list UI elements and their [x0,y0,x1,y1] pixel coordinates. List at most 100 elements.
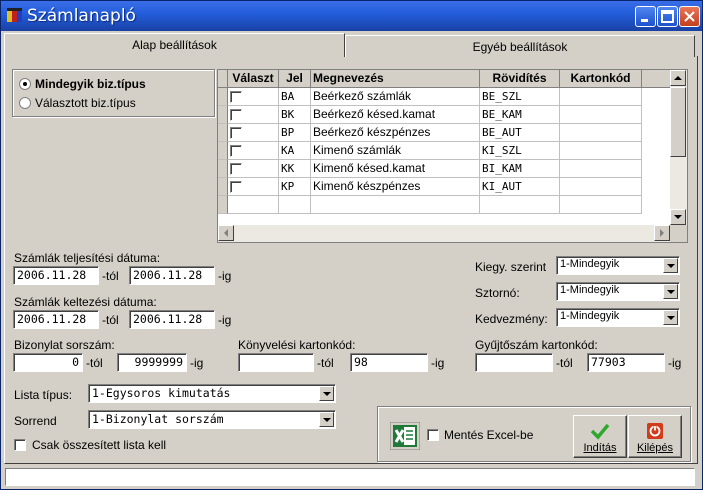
row-select-cell[interactable] [228,178,279,196]
scroll-thumb[interactable] [670,87,686,157]
row-jel: BP [279,124,311,142]
row-megnevezes [311,196,480,214]
arrow-right-icon [660,229,664,237]
minimize-icon [641,19,648,22]
teljesitesi-to-suffix: -ig [218,269,232,283]
gyujto-to-input[interactable]: 77903 [587,353,665,372]
row-kartonkod[interactable] [560,106,642,124]
row-rovidites: BE_KAM [480,106,560,124]
only-summary-checkbox[interactable] [14,439,26,451]
row-select-cell[interactable] [228,196,279,214]
row-select-checkbox[interactable] [230,145,242,157]
exit-button[interactable]: Kilépés [628,415,682,458]
lista-tipus-dropdown-button[interactable] [319,386,334,401]
window-title: Számlanapló [27,6,136,26]
row-jel: BA [279,88,311,106]
konyvelesi-to-input[interactable]: 98 [350,353,428,372]
konyvelesi-from-input[interactable] [238,353,314,372]
row-kartonkod[interactable] [560,124,642,142]
gyujto-label: Gyűjtőszám kartonkód: [475,338,598,352]
row-select-checkbox[interactable] [230,163,242,175]
radio-valasztott[interactable]: Választott biz.típus [19,96,136,110]
row-megnevezes: Beérkező készpénzes [311,124,480,142]
bizonylat-to-input[interactable]: 9999999 [117,353,187,372]
scroll-down-button[interactable] [670,209,686,225]
row-megnevezes: Beérkező késed.kamat [311,106,480,124]
sztorno-select[interactable]: 1-Mindegyik [556,282,680,301]
kedvezmeny-label: Kedvezmény: [475,312,548,326]
exit-icon [647,423,663,439]
sorrend-select[interactable]: 1-Bizonylat sorszám [88,410,336,429]
scroll-corner [670,225,687,242]
exit-label: Kilépés [636,442,674,454]
bizonylat-from-input[interactable]: 0 [13,353,83,372]
kieg-select[interactable]: 1-Mindegyik [556,256,680,275]
start-button[interactable]: Indítás [573,415,627,458]
kieg-label: Kiegy. szerint [475,260,547,274]
tab-egyeb-beallitasok[interactable]: Egyéb beállítások [345,35,695,57]
radio-valasztott-dot[interactable] [19,97,31,109]
row-megnevezes: Beérkező számlák [311,88,480,106]
teljesitesi-to-input[interactable]: 2006.11.28 [129,266,215,285]
row-kartonkod[interactable] [560,142,642,160]
grid-vertical-scrollbar[interactable] [670,70,687,226]
row-indicator [218,142,228,160]
radio-valasztott-label: Választott biz.típus [35,96,136,110]
row-select-cell[interactable] [228,142,279,160]
excel-icon[interactable] [389,421,421,451]
excel-checkbox[interactable] [427,429,439,441]
col-header-megnevezes[interactable]: Megnevezés [311,70,480,88]
col-header-rovidites[interactable]: Rövidítés [480,70,560,88]
keltezesi-from-input[interactable]: 2006.11.28 [13,310,99,329]
row-rovidites: BE_AUT [480,124,560,142]
row-kartonkod[interactable] [560,160,642,178]
col-header-jel[interactable]: Jel [279,70,311,88]
row-select-checkbox[interactable] [230,181,242,193]
tab-alap-beallitasok[interactable]: Alap beállítások [4,33,345,57]
row-kartonkod[interactable] [560,178,642,196]
sorrend-dropdown-button[interactable] [319,412,334,427]
arrow-up-icon [674,76,682,80]
row-rovidites: BE_SZL [480,88,560,106]
keltezesi-from-suffix: -tól [102,313,119,327]
teljesitesi-label: Számlák teljesítési dátuma: [14,251,161,265]
row-select-cell[interactable] [228,124,279,142]
sorrend-value: 1-Bizonylat sorszám [92,412,224,426]
row-select-checkbox[interactable] [230,91,242,103]
col-header-valaszt[interactable]: Választ [228,70,279,88]
sztorno-dropdown-button[interactable] [663,284,678,299]
row-kartonkod[interactable] [560,196,642,214]
col-header-spacer [642,70,672,88]
status-bar [5,468,695,486]
scroll-right-button[interactable] [654,225,670,241]
radio-mindegyik-dot[interactable] [19,78,31,90]
row-select-cell[interactable] [228,160,279,178]
title-bar[interactable]: Számlanapló [1,1,702,31]
row-select-checkbox[interactable] [230,109,242,121]
keltezesi-to-input[interactable]: 2006.11.28 [129,310,215,329]
maximize-button[interactable] [657,6,678,27]
close-button[interactable] [679,6,700,27]
radio-mindegyik[interactable]: Mindegyik biz.típus [19,77,146,91]
konyvelesi-label: Könyvelési kartonkód: [238,338,356,352]
kieg-dropdown-button[interactable] [663,258,678,273]
gyujto-from-input[interactable] [475,353,553,372]
scroll-left-button[interactable] [218,225,234,241]
arrow-down-icon [674,215,682,219]
teljesitesi-from-input[interactable]: 2006.11.28 [13,266,99,285]
lista-tipus-select[interactable]: 1-Egysoros kimutatás [88,384,336,403]
gyujto-from-suffix: -tól [556,356,573,370]
scroll-up-button[interactable] [670,70,686,86]
document-type-grid[interactable]: Választ Jel Megnevezés Rövidítés Kartonk… [217,69,688,243]
minimize-button[interactable] [635,6,656,27]
kedvezmeny-dropdown-button[interactable] [663,310,678,325]
row-select-cell[interactable] [228,88,279,106]
grid-horizontal-scrollbar[interactable] [218,225,671,242]
kedvezmeny-select[interactable]: 1-Mindegyik [556,308,680,327]
col-header-kartonkod[interactable]: Kartonkód [560,70,642,88]
row-select-checkbox[interactable] [230,127,242,139]
row-jel [279,196,311,214]
row-select-cell[interactable] [228,106,279,124]
row-kartonkod[interactable] [560,88,642,106]
maximize-icon [661,10,674,23]
